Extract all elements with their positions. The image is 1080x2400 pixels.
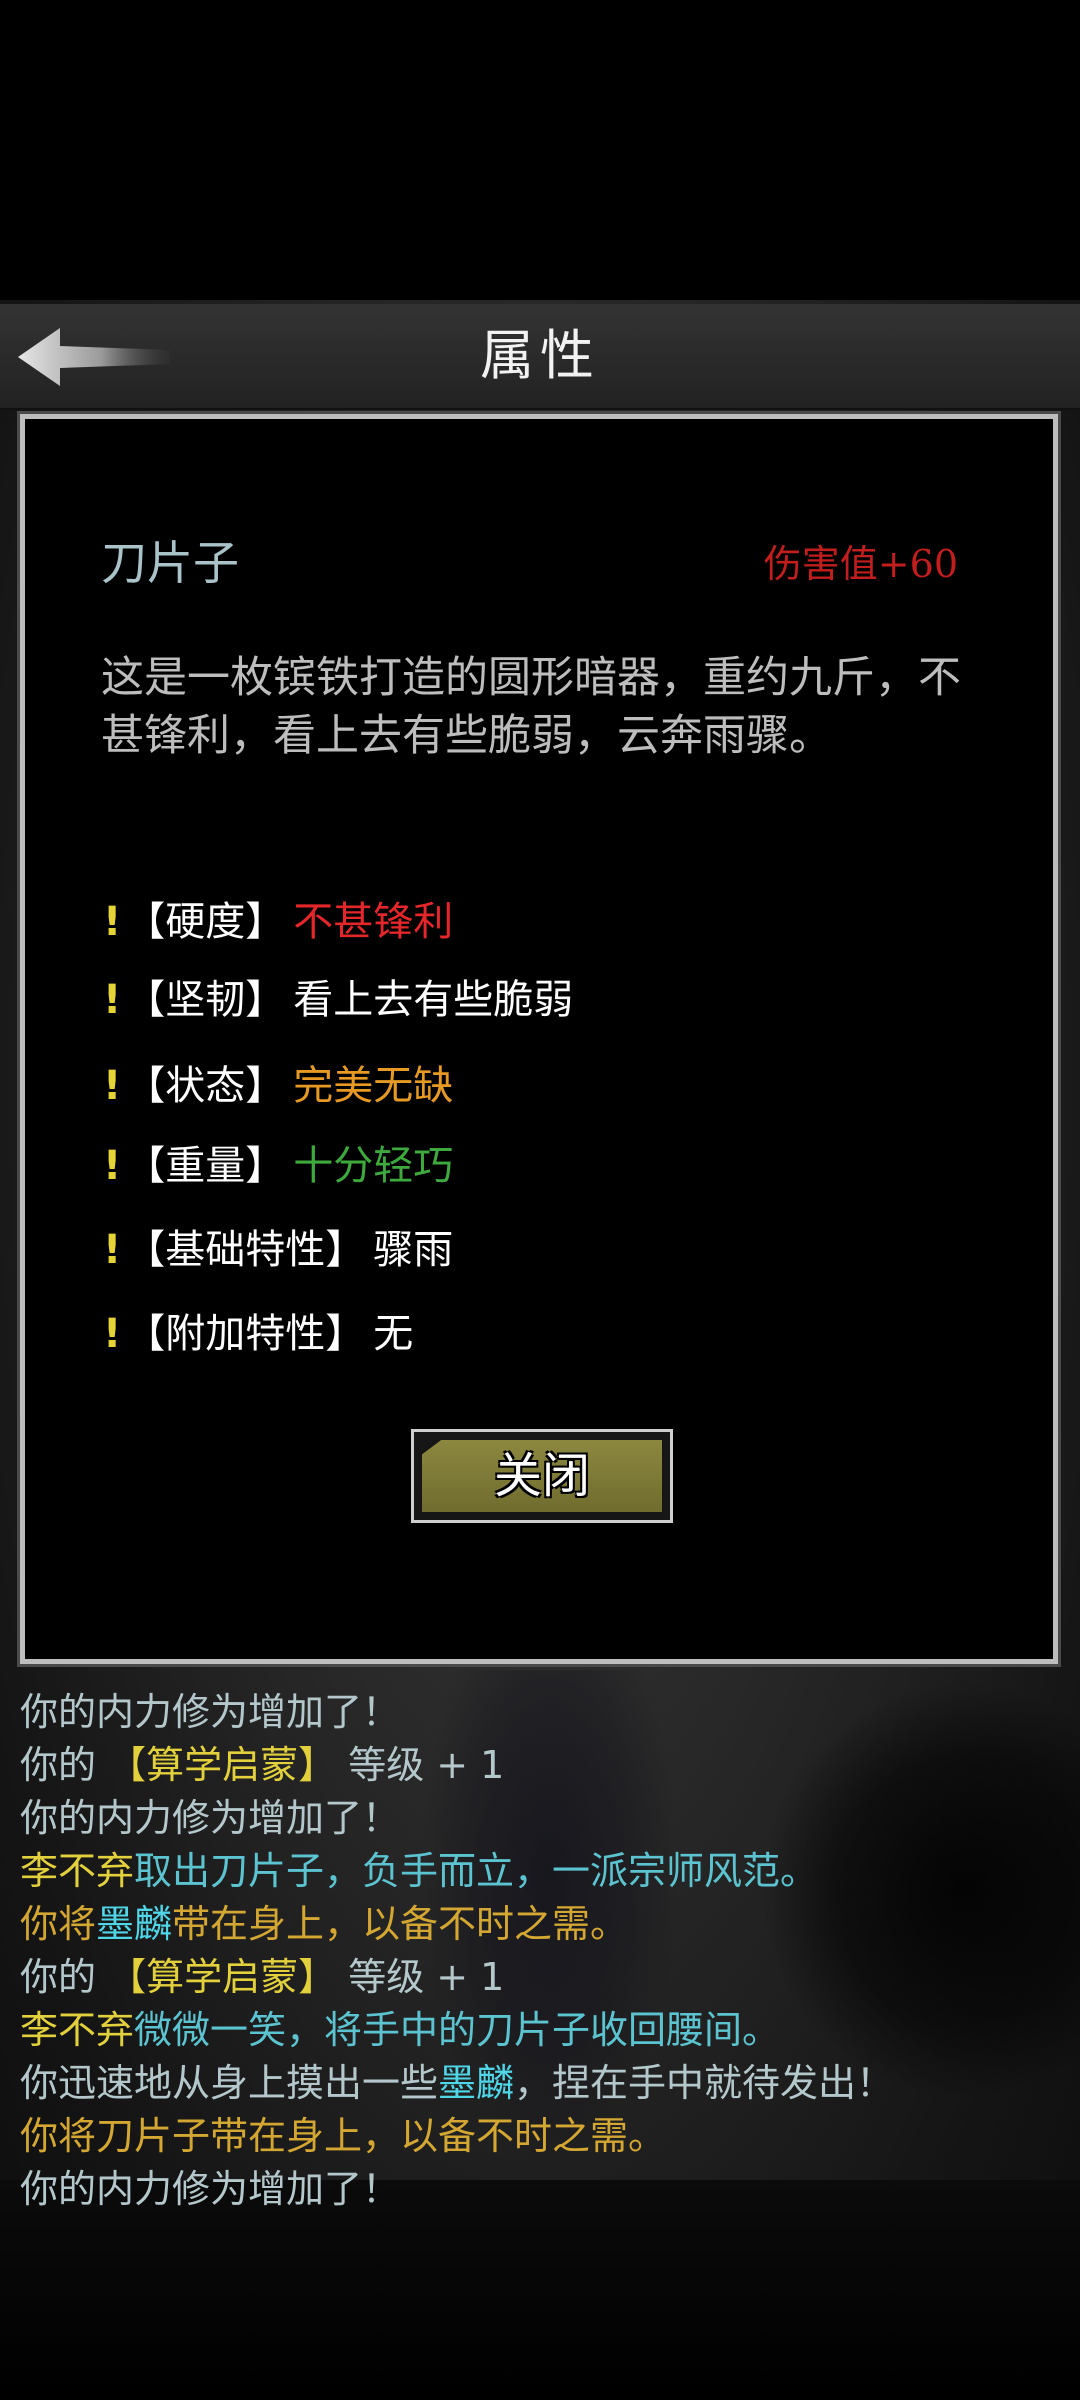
exclamation-icon: !: [103, 1143, 122, 1189]
log-segment: 墨麟: [96, 1902, 173, 1946]
log-segment: 你的: [20, 1743, 109, 1787]
log-segment: 你的内力修为增加了！: [20, 2167, 401, 2211]
top-black-area: [0, 0, 1080, 300]
log-line: 你迅速地从身上摸出一些墨麟，捏在手中就待发出！: [20, 2057, 1060, 2110]
close-button-label: 关闭: [493, 1448, 590, 1504]
log-segment: 你迅速地从身上摸出一些: [20, 2061, 439, 2105]
page-title: 属性: [480, 324, 600, 387]
property-toughness: ! 【坚韧】 看上去有些脆弱: [103, 967, 573, 1025]
item-damage-stat: 伤害值+60: [763, 542, 958, 586]
property-label: 【附加特性】: [125, 1311, 366, 1357]
log-segment: 你的内力修为增加了！: [20, 1796, 401, 1840]
property-base-trait: ! 【基础特性】 骤雨: [103, 1217, 453, 1275]
log-segment: 李不弃: [20, 1849, 135, 1893]
log-segment: 取出刀片子，负手而立，一派宗师风范。: [134, 1849, 819, 1893]
log-segment: 等级 + 1: [336, 1955, 505, 1999]
log-line: 你的内力修为增加了！: [20, 2163, 1060, 2216]
log-line: 你的 【算学启蒙】 等级 + 1: [20, 1739, 1060, 1792]
log-segment: 你的内力修为增加了！: [20, 1690, 401, 1734]
log-segment: 你将: [20, 1902, 97, 1946]
log-segment: 【算学启蒙】: [108, 1955, 337, 1999]
log-segment: 微微一笑，将手中的刀片子收回腰间。: [134, 2008, 781, 2052]
log-line: 你将墨麟带在身上，以备不时之需。: [20, 1898, 1060, 1951]
property-condition: ! 【状态】 完美无缺: [103, 1053, 453, 1111]
item-name: 刀片子: [101, 536, 239, 590]
log-line: 你将刀片子带在身上，以备不时之需。: [20, 2110, 1060, 2163]
property-value: 骤雨: [373, 1227, 454, 1273]
property-value: 不甚锋利: [293, 899, 454, 945]
log-segment: 等级 + 1: [336, 1743, 505, 1787]
log-segment: 带在身上，以备不时之需。: [172, 1902, 629, 1946]
log-line: 李不弃微微一笑，将手中的刀片子收回腰间。: [20, 2004, 1060, 2057]
header-bar: 属性: [0, 304, 1080, 410]
item-description: 这是一枚镔铁打造的圆形暗器，重约九斤，不甚锋利，看上去有些脆弱，云奔雨骤。: [101, 653, 961, 761]
property-label: 【坚韧】: [125, 977, 286, 1023]
property-label: 【重量】: [125, 1143, 286, 1189]
log-segment: 你的: [20, 1955, 109, 1999]
exclamation-icon: !: [103, 1227, 122, 1273]
log-line: 李不弃取出刀片子，负手而立，一派宗师风范。: [20, 1845, 1060, 1898]
log-segment: ，捏在手中就待发出！: [514, 2061, 895, 2105]
exclamation-icon: !: [103, 1311, 122, 1357]
close-button[interactable]: 关闭: [411, 1429, 673, 1523]
property-label: 【硬度】: [125, 899, 286, 945]
log-segment: 【算学启蒙】: [108, 1743, 337, 1787]
property-weight: ! 【重量】 十分轻巧: [103, 1133, 453, 1191]
log-line: 你的内力修为增加了！: [20, 1686, 1060, 1739]
log-segment: 李不弃: [20, 2008, 135, 2052]
property-value: 无: [373, 1311, 414, 1357]
property-hardness: ! 【硬度】 不甚锋利: [103, 889, 453, 947]
property-extra-trait: ! 【附加特性】无: [103, 1301, 413, 1359]
property-value: 十分轻巧: [293, 1143, 454, 1189]
exclamation-icon: !: [103, 1063, 122, 1109]
property-value: 完美无缺: [293, 1063, 454, 1109]
item-properties-panel: 刀片子 伤害值+60 这是一枚镔铁打造的圆形暗器，重约九斤，不甚锋利，看上去有些…: [20, 414, 1058, 1664]
message-log: 你的内力修为增加了！ 你的 【算学启蒙】 等级 + 1 你的内力修为增加了！ 李不弃取…: [20, 1686, 1060, 2216]
property-label: 【基础特性】: [125, 1227, 366, 1273]
log-line: 你的 【算学启蒙】 等级 + 1: [20, 1951, 1060, 2004]
exclamation-icon: !: [103, 977, 122, 1023]
log-segment: 墨麟: [438, 2061, 515, 2105]
exclamation-icon: !: [103, 899, 122, 945]
log-line: 你的内力修为增加了！: [20, 1792, 1060, 1845]
property-label: 【状态】: [125, 1063, 286, 1109]
log-segment: 你将刀片子带在身上，以备不时之需。: [20, 2114, 667, 2158]
property-value: 看上去有些脆弱: [293, 977, 574, 1023]
